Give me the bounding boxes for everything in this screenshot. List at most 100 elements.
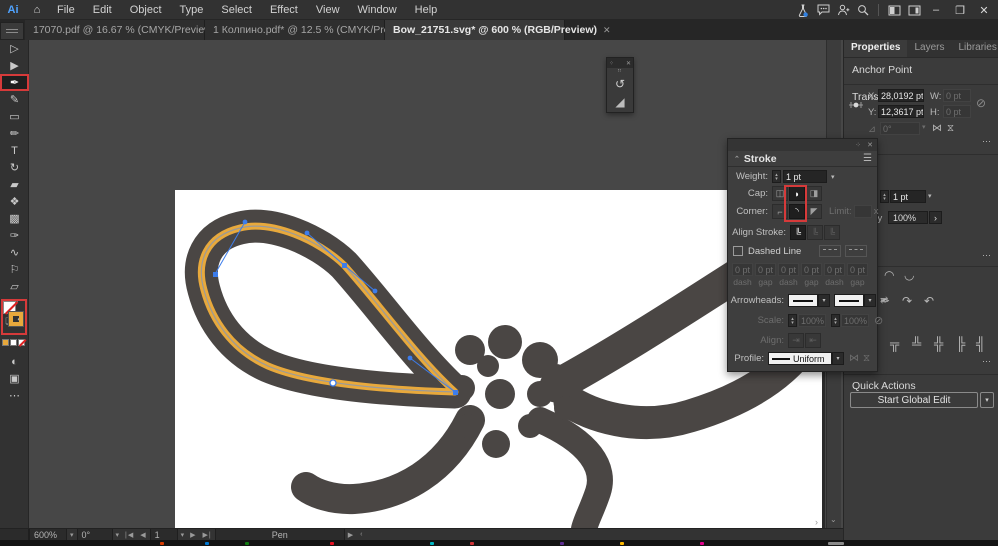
search-icon[interactable] — [853, 1, 873, 19]
weight-dropdown-icon[interactable]: ▾ — [831, 173, 835, 181]
menu-file[interactable]: File — [48, 0, 84, 20]
align-icon-4[interactable]: ╠ — [956, 336, 965, 351]
stroke-weight-field[interactable]: 1 pt — [890, 190, 926, 203]
tab-document-1[interactable]: 17070.pdf @ 16.67 % (CMYK/Preview) ✕ — [25, 20, 229, 40]
menu-edit[interactable]: Edit — [84, 0, 121, 20]
y-value-field[interactable]: 12,3617 pt — [878, 105, 924, 118]
reference-point-icon[interactable] — [848, 95, 864, 115]
align-center-button[interactable]: ╚ — [790, 225, 806, 240]
opacity-field[interactable]: 100% — [888, 211, 928, 224]
global-edit-dropdown-icon[interactable]: ▾ — [980, 392, 994, 408]
arrowhead-end-select[interactable] — [834, 294, 864, 307]
panel-grip-icon[interactable]: ⁘ — [609, 60, 614, 67]
start-global-edit-button[interactable]: Start Global Edit — [850, 392, 978, 408]
gradient-fill-icon[interactable] — [10, 339, 17, 346]
first-artboard-icon[interactable]: |◀ — [122, 531, 137, 539]
home-icon[interactable]: ⌂ — [26, 4, 48, 16]
tab-layers[interactable]: Layers — [907, 40, 951, 57]
symbol-tool[interactable]: ⚐ — [0, 261, 29, 278]
miter-join-button[interactable]: ⌐ — [772, 204, 788, 219]
direct-selection-tool[interactable]: ▶ — [0, 57, 29, 74]
artboard-dropdown-icon[interactable]: ▾ — [178, 531, 188, 539]
fill-stroke-swatches[interactable] — [1, 299, 27, 339]
tab-close-icon[interactable]: ✕ — [603, 25, 611, 36]
workspace-icon[interactable] — [904, 1, 924, 19]
menu-type[interactable]: Type — [171, 0, 213, 20]
more-options-icon[interactable]: ⋯ — [982, 356, 992, 367]
weight-stepper[interactable]: ▴ ▾ — [772, 170, 781, 183]
none-fill-icon[interactable] — [18, 339, 27, 347]
eyedropper-tool[interactable]: ✑ — [0, 227, 29, 244]
next-artboard-icon[interactable]: ▶ — [187, 531, 199, 539]
mini-panel-close-icon[interactable]: ✕ — [626, 60, 631, 67]
more-options-icon[interactable]: ⋯ — [982, 250, 992, 261]
dashed-line-checkbox[interactable] — [733, 246, 743, 256]
align-inside-button[interactable]: ╚ — [807, 225, 823, 240]
opacity-expand-icon[interactable]: › — [929, 211, 942, 224]
paintbrush-tool[interactable]: ✏ — [0, 125, 29, 142]
selection-tool[interactable]: ▷ — [0, 40, 29, 57]
blend-tool[interactable]: ∿ — [0, 244, 29, 261]
gradient-tool[interactable]: ▩ — [0, 210, 29, 227]
profile-select[interactable]: Uniform — [768, 352, 832, 365]
tab-properties[interactable]: Properties — [844, 40, 908, 57]
rotation-dropdown-icon[interactable]: ▾ — [113, 531, 123, 539]
stroke-panel-tab[interactable]: ⌃ Stroke — [728, 151, 877, 167]
scroll-right-icon[interactable]: › — [815, 517, 818, 527]
zoom-dropdown-icon[interactable]: ▾ — [67, 531, 77, 539]
align-icon-2[interactable]: ╩ — [912, 336, 921, 351]
align-outside-button[interactable]: ╚ — [824, 225, 840, 240]
panel-menu-icon[interactable]: ☰ — [863, 153, 872, 164]
screen-mode-icon[interactable]: ▣ — [0, 370, 29, 387]
link-dimensions-icon[interactable]: ⊘ — [976, 96, 986, 110]
invite-user-icon[interactable] — [833, 1, 853, 19]
type-tool[interactable]: T — [0, 142, 29, 159]
rotate-view-icon[interactable]: ↺ — [607, 75, 633, 93]
collapse-icon[interactable]: ⁘ — [855, 141, 861, 149]
align-icon-5[interactable]: ╣ — [976, 336, 985, 351]
floating-mini-panel[interactable]: ⁘ ✕ ⠶ ↺ ◢ — [606, 57, 634, 113]
menu-window[interactable]: Window — [349, 0, 406, 20]
more-tools-icon[interactable]: ⋯ — [0, 387, 29, 404]
drag-grip-icon[interactable]: ⠶ — [607, 68, 633, 75]
menu-view[interactable]: View — [307, 0, 349, 20]
color-fill-icon[interactable] — [2, 339, 9, 346]
round-cap-button[interactable]: ◗ — [789, 186, 805, 201]
tab-document-3-active[interactable]: Bow_21751.svg* @ 600 % (RGB/Preview) ✕ — [385, 20, 611, 40]
artboard-number-field[interactable]: 1 — [149, 528, 178, 541]
status-back-icon[interactable]: ‹ — [357, 531, 366, 538]
eraser-tool[interactable]: ▰ — [0, 176, 29, 193]
restore-button[interactable]: ❐ — [948, 0, 972, 20]
projecting-cap-button[interactable]: ◨ — [806, 186, 822, 201]
align-icon-3[interactable]: ╬ — [934, 336, 943, 351]
last-artboard-icon[interactable]: ▶| — [200, 531, 215, 539]
pen-tool[interactable]: ✒ — [0, 74, 29, 91]
shape-builder-tool[interactable]: ❖ — [0, 193, 29, 210]
close-button[interactable]: ✕ — [972, 0, 996, 20]
round-join-button[interactable]: ◝ — [789, 204, 805, 219]
minimize-button[interactable]: – — [924, 0, 948, 20]
tab-document-2[interactable]: 1 Колпино.pdf* @ 12.5 % (CMYK/Preview) ✕ — [205, 20, 428, 40]
flip-horizontal-icon[interactable]: ⋈ — [932, 123, 942, 134]
stroke-weight-stepper[interactable]: ▴ ▾ — [880, 190, 889, 203]
swap-arrowheads-icon[interactable]: ⇄ — [880, 295, 888, 306]
collapse-carets-icon[interactable]: ⌃ — [734, 155, 740, 163]
prev-artboard-icon[interactable]: ◀ — [137, 531, 149, 539]
arrange-documents-icon[interactable] — [884, 1, 904, 19]
rotate-tool[interactable]: ↻ — [0, 159, 29, 176]
curvature-tool[interactable]: ✎ — [0, 91, 29, 108]
rectangle-tool[interactable]: ▭ — [0, 108, 29, 125]
arrowhead-end-dropdown-icon[interactable]: ▾ — [864, 294, 876, 307]
tab-libraries[interactable]: Libraries — [951, 40, 998, 57]
curve-ccw-icon[interactable]: ↶ — [924, 294, 934, 308]
menu-effect[interactable]: Effect — [261, 0, 307, 20]
zoom-level-field[interactable]: 600% — [29, 528, 67, 541]
beaker-icon[interactable] — [793, 1, 813, 19]
corner-anchor-icon[interactable]: ◠ — [884, 268, 894, 282]
rotation-field[interactable]: 0° — [76, 528, 113, 541]
status-arrow-icon[interactable]: ▶ — [345, 531, 357, 539]
canvas-area[interactable]: ⌄ › ⁘ ✕ ⠶ ↺ ◢ — [29, 40, 843, 528]
artboard-tool[interactable]: ▱ — [0, 278, 29, 295]
menu-help[interactable]: Help — [406, 0, 447, 20]
align-icon-1[interactable]: ╦ — [890, 336, 899, 351]
